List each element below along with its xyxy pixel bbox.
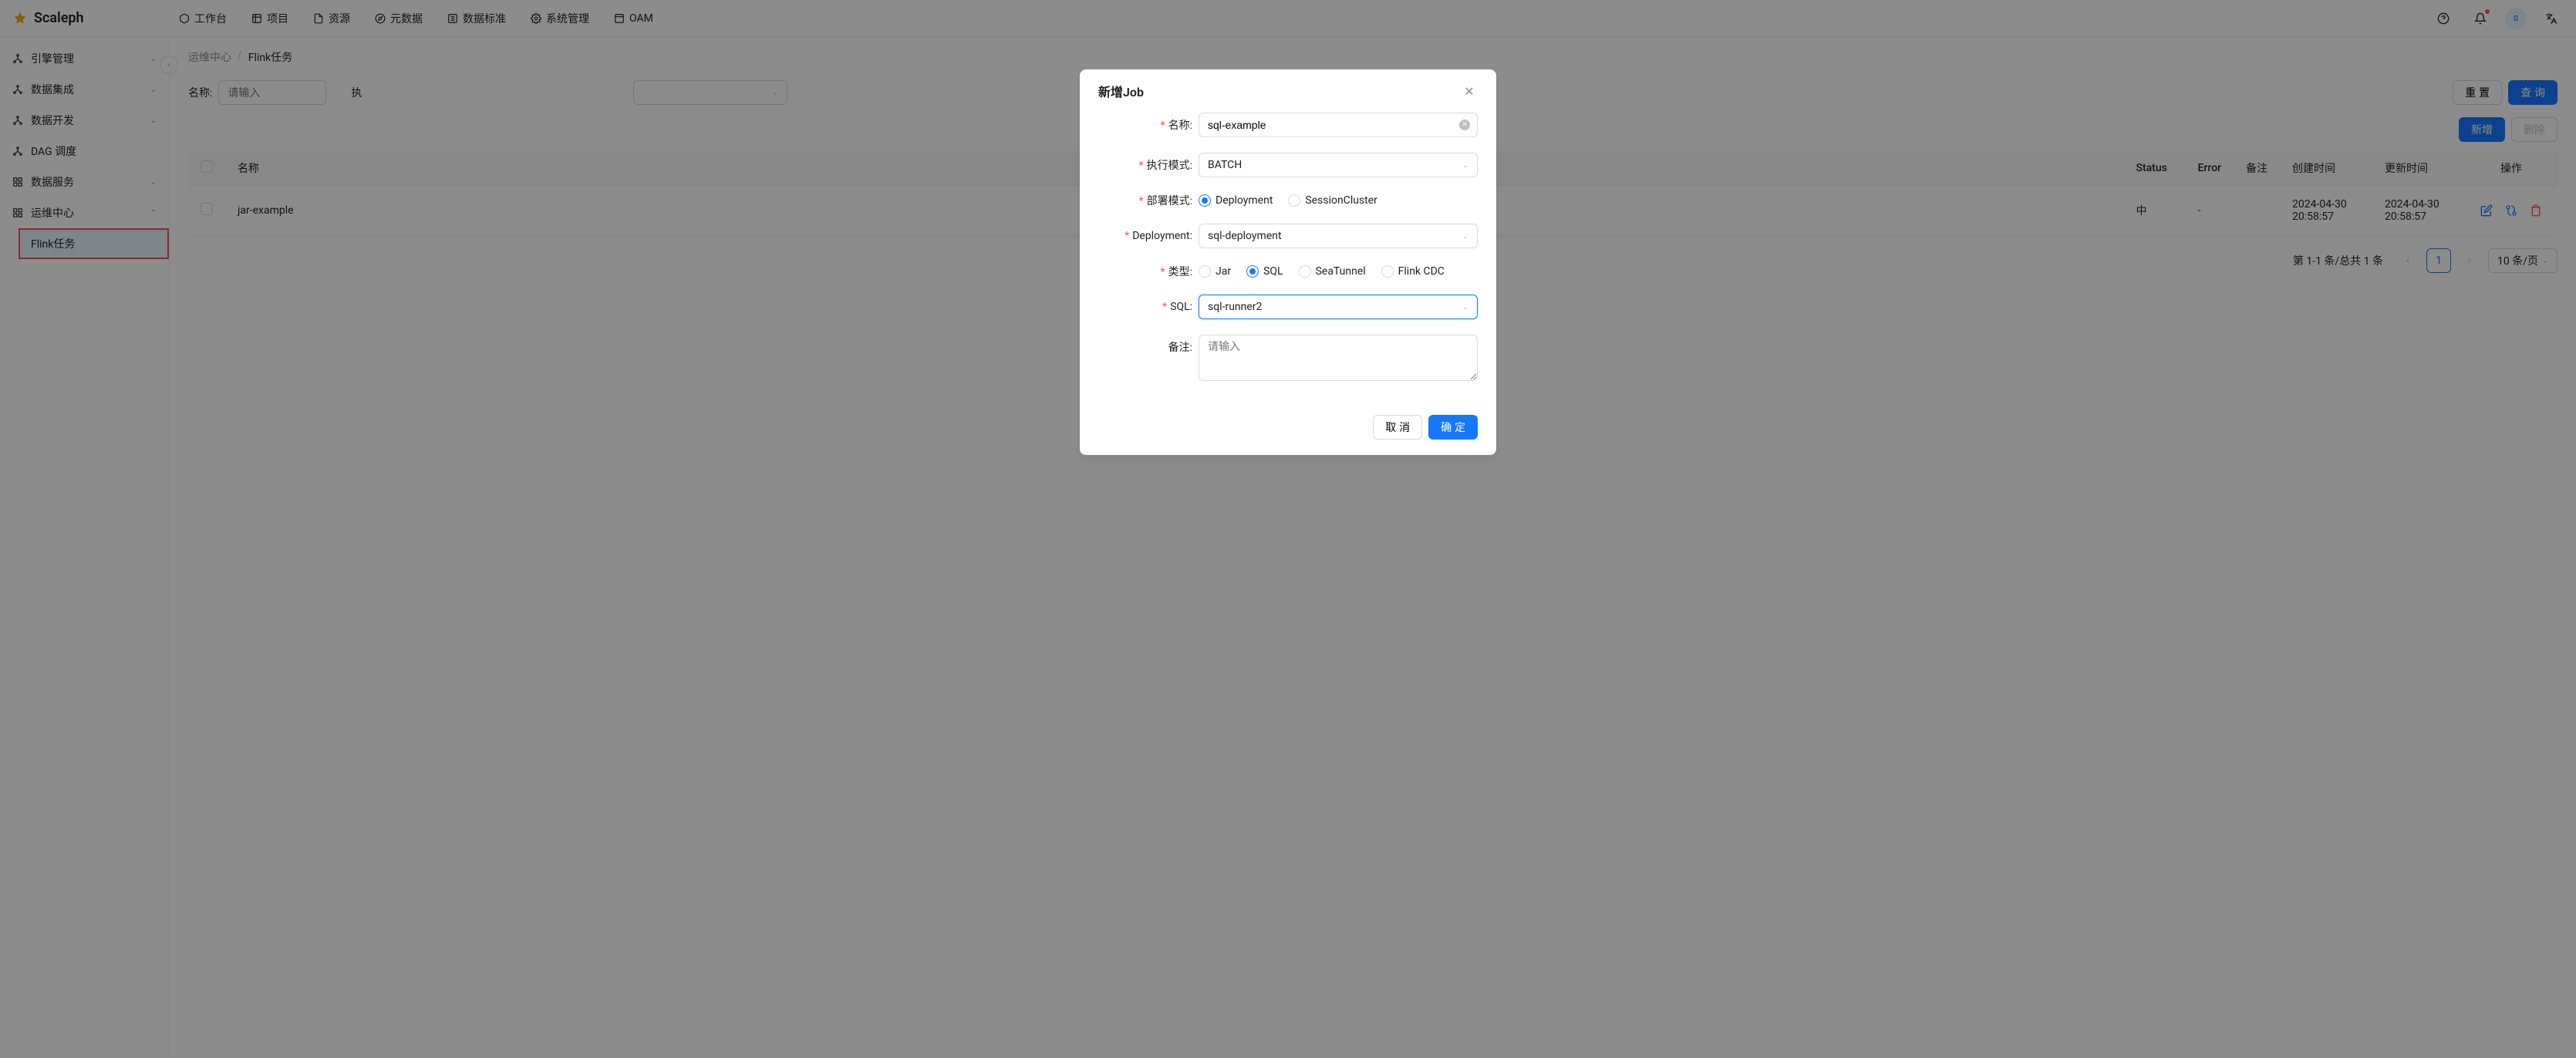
field-name-label: 名称: bbox=[1168, 120, 1192, 132]
close-icon[interactable]: ✕ bbox=[1461, 83, 1478, 99]
radio-icon bbox=[1288, 194, 1300, 207]
field-deployment-label: Deployment: bbox=[1132, 230, 1192, 242]
field-sql-label: SQL: bbox=[1170, 301, 1192, 313]
field-deployment-select[interactable]: sql-deployment⌄ bbox=[1199, 224, 1478, 248]
chevron-down-icon: ⌄ bbox=[1462, 161, 1468, 170]
radio-icon bbox=[1246, 265, 1259, 278]
modal-title: 新增Job bbox=[1098, 82, 1144, 100]
field-execmode-label: 执行模式: bbox=[1147, 160, 1192, 172]
radio-flinkcdc[interactable]: Flink CDC bbox=[1381, 265, 1445, 278]
radio-icon bbox=[1199, 265, 1211, 278]
radio-icon bbox=[1381, 265, 1394, 278]
radio-sessioncluster[interactable]: SessionCluster bbox=[1288, 194, 1377, 207]
radio-seatunnel[interactable]: SeaTunnel bbox=[1299, 265, 1366, 278]
ok-button[interactable]: 确 定 bbox=[1428, 415, 1478, 440]
field-remark-label: 备注: bbox=[1168, 342, 1192, 354]
radio-icon bbox=[1299, 265, 1311, 278]
cancel-button[interactable]: 取 消 bbox=[1373, 415, 1422, 440]
field-sql-select[interactable]: sql-runner2⌄ bbox=[1199, 295, 1478, 319]
field-name-input[interactable] bbox=[1199, 113, 1478, 137]
radio-icon bbox=[1199, 194, 1211, 207]
field-deploymode-label: 部署模式: bbox=[1147, 195, 1192, 207]
chevron-down-icon: ⌄ bbox=[1462, 232, 1468, 241]
clear-icon[interactable]: ✕ bbox=[1459, 120, 1470, 130]
radio-jar[interactable]: Jar bbox=[1199, 265, 1231, 278]
radio-sql[interactable]: SQL bbox=[1246, 265, 1283, 278]
field-execmode-select[interactable]: BATCH⌄ bbox=[1199, 153, 1478, 177]
field-remark-textarea[interactable] bbox=[1199, 335, 1478, 381]
field-type-label: 类型: bbox=[1168, 266, 1192, 278]
chevron-down-icon: ⌄ bbox=[1462, 303, 1468, 312]
radio-deployment[interactable]: Deployment bbox=[1199, 194, 1273, 207]
add-job-modal: 新增Job ✕ *名称: ✕ *执行模式: BATCH⌄ *部署模式: Depl… bbox=[1080, 69, 1496, 455]
